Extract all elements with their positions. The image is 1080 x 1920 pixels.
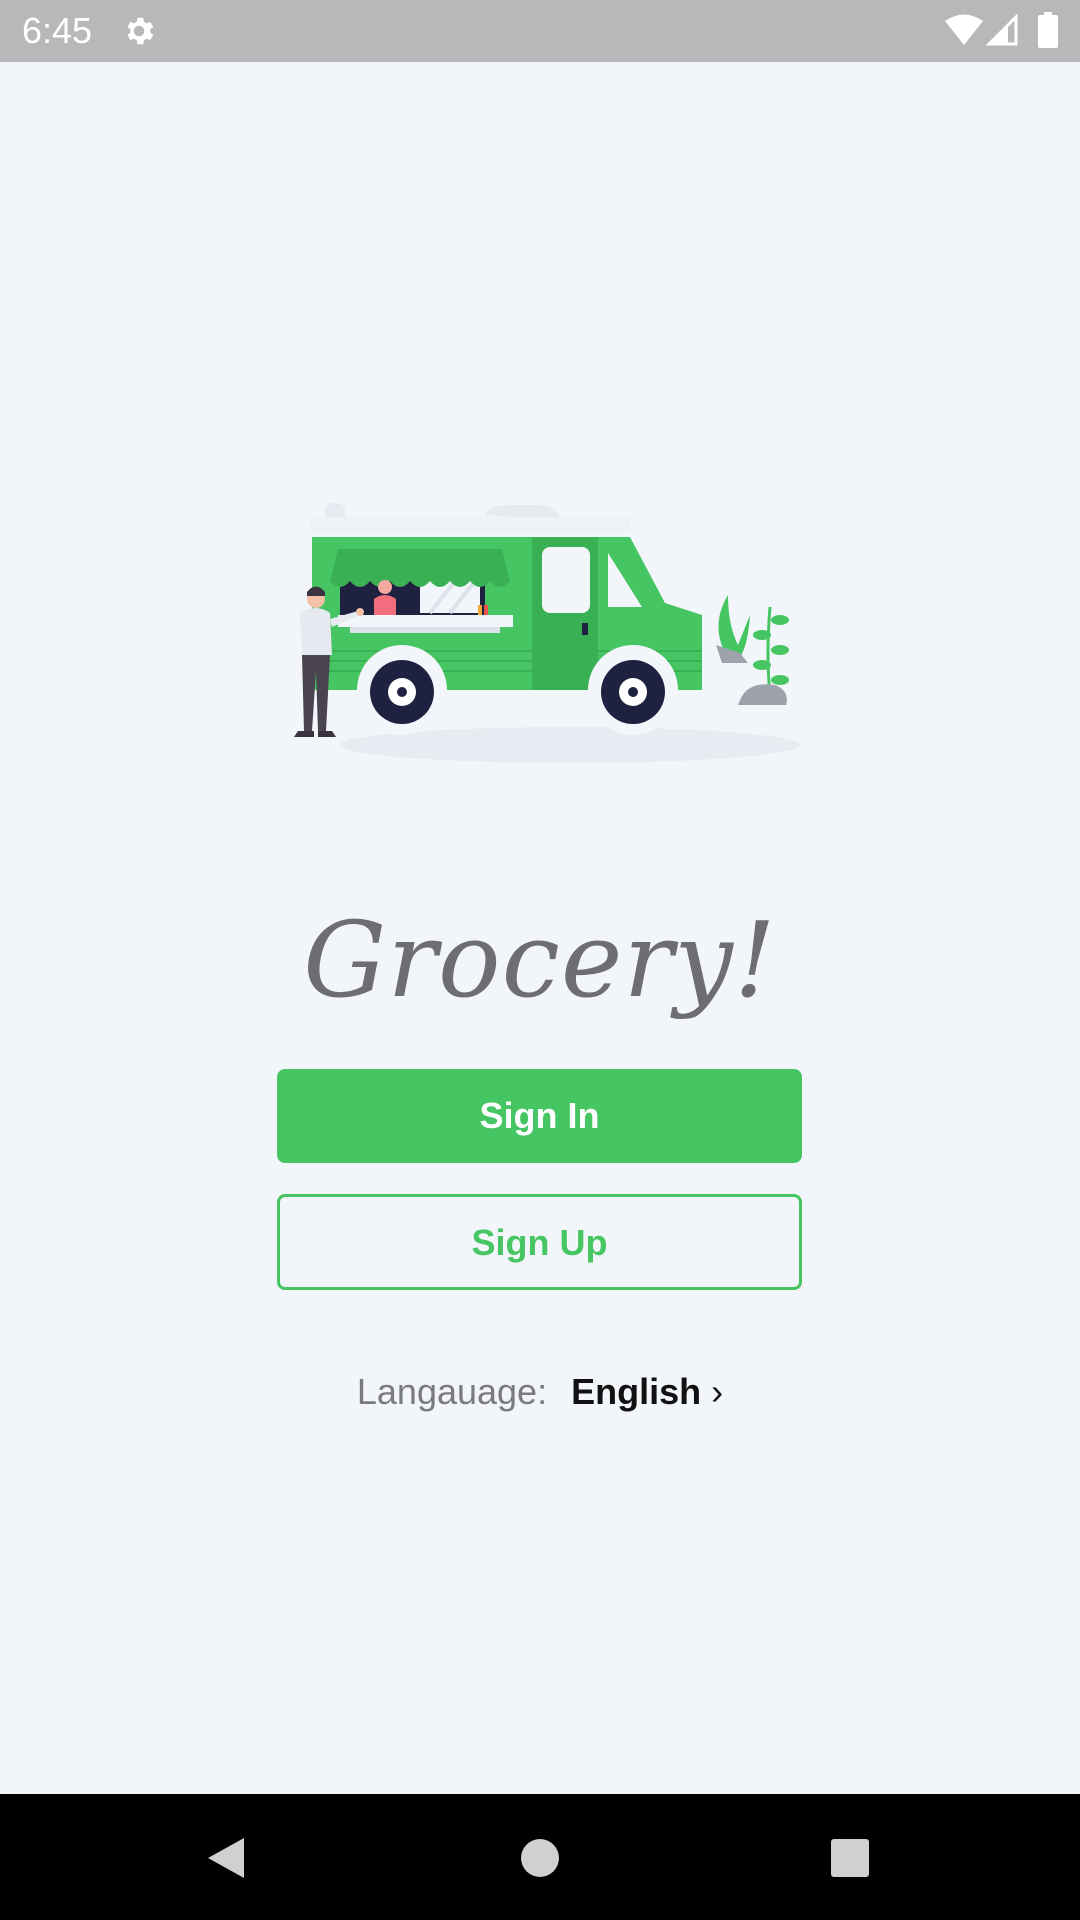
status-time: 6:45 — [22, 10, 93, 51]
navigation-bar — [0, 1794, 1080, 1920]
food-truck-illustration — [294, 503, 800, 763]
home-icon — [521, 1839, 559, 1877]
home-button[interactable] — [480, 1794, 600, 1920]
gear-icon — [127, 17, 154, 45]
recents-icon — [831, 1839, 869, 1877]
recents-button[interactable] — [790, 1794, 910, 1920]
back-button[interactable] — [166, 1794, 286, 1920]
chevron-right-icon: › — [711, 1371, 724, 1412]
language-value: English — [571, 1371, 702, 1412]
screen: 6:45 Grocery! Sign In Sign Up Langauage:… — [0, 0, 1080, 1920]
app-title: Grocery! — [303, 899, 777, 1021]
back-icon — [208, 1838, 244, 1878]
signal-icon — [986, 14, 1018, 46]
language-label: Langauage: — [356, 1371, 548, 1412]
sign-up-button[interactable]: Sign Up — [277, 1194, 802, 1290]
sign-in-button[interactable]: Sign In — [277, 1069, 802, 1163]
battery-icon — [1038, 12, 1058, 48]
language-selector[interactable]: English › — [571, 1371, 723, 1412]
status-bar: 6:45 — [0, 0, 1080, 62]
language-row: Langauage: English › — [0, 1368, 1080, 1416]
wifi-icon — [945, 14, 983, 45]
